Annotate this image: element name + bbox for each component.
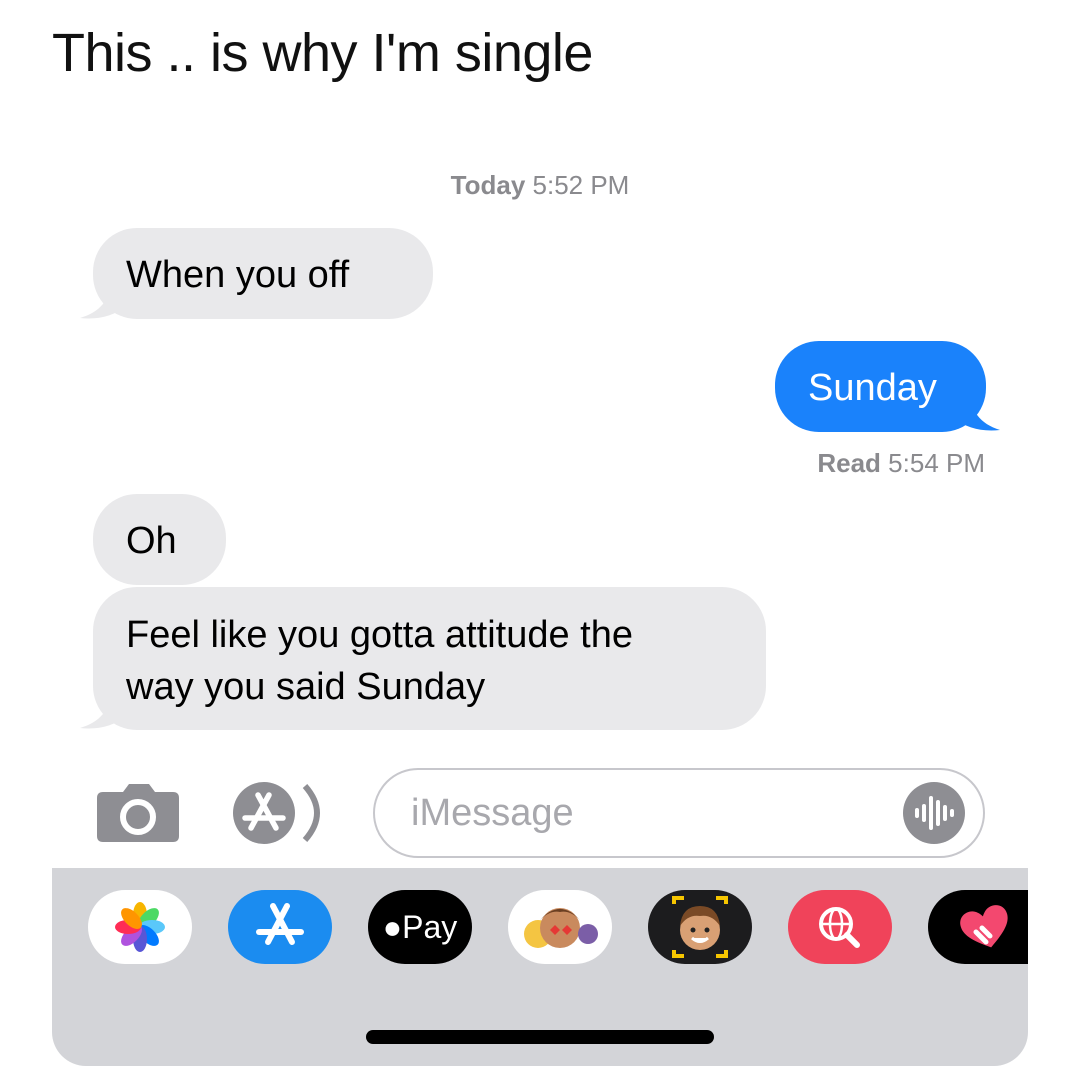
home-indicator[interactable] <box>366 1030 714 1044</box>
message-text: Oh <box>126 520 177 562</box>
app-store-icon <box>256 903 304 945</box>
web-search-button[interactable] <box>788 890 892 964</box>
conversation-timestamp: Today 5:52 PM <box>0 170 1080 201</box>
read-time: 5:54 PM <box>888 448 985 478</box>
apple-pay-button[interactable]: ●Pay <box>368 890 472 964</box>
app-store-icon <box>233 782 320 844</box>
timestamp-time: 5:52 PM <box>532 170 630 200</box>
animoji-stickers-button[interactable] <box>508 890 612 964</box>
message-bubble-received[interactable]: Feel like you gotta attitude the way you… <box>93 587 766 730</box>
app-store-app-button[interactable] <box>228 890 332 964</box>
app-drawer: ●Pay <box>52 868 1028 1066</box>
memoji-button[interactable] <box>648 890 752 964</box>
digital-touch-button[interactable] <box>928 890 1028 964</box>
message-input[interactable] <box>409 784 893 842</box>
camera-button[interactable] <box>97 784 179 842</box>
read-receipt: Read 5:54 PM <box>817 448 985 479</box>
waveform-icon <box>915 796 954 830</box>
message-text-line: way you said Sunday <box>126 666 486 708</box>
photos-icon <box>115 902 165 952</box>
apple-pay-label: ●Pay <box>368 890 472 964</box>
animoji-stickers-icon <box>524 908 598 948</box>
audio-record-button[interactable] <box>903 782 965 844</box>
message-bubble-sent[interactable]: Sunday <box>775 341 986 432</box>
message-bubble-received[interactable]: When you off <box>93 228 433 319</box>
globe-search-icon <box>819 907 860 948</box>
message-text-line: Feel like you gotta attitude the <box>126 614 633 656</box>
apple-pay-text: Pay <box>402 909 458 945</box>
message-text: When you off <box>126 254 350 296</box>
camera-icon <box>97 784 179 842</box>
read-status: Read <box>817 448 881 478</box>
memoji-icon <box>672 896 728 958</box>
message-text: Sunday <box>808 367 937 409</box>
apple-logo-icon: ● <box>382 909 403 945</box>
message-bubble-received[interactable]: Oh <box>93 494 226 585</box>
photos-app-button[interactable] <box>88 890 192 964</box>
heart-touch-icon <box>960 905 1008 948</box>
timestamp-day: Today <box>450 170 526 200</box>
app-store-button[interactable] <box>233 782 333 844</box>
caption: This .. is why I'm single <box>52 23 593 83</box>
compose-bar <box>0 760 1080 860</box>
message-input-field[interactable] <box>373 768 985 858</box>
